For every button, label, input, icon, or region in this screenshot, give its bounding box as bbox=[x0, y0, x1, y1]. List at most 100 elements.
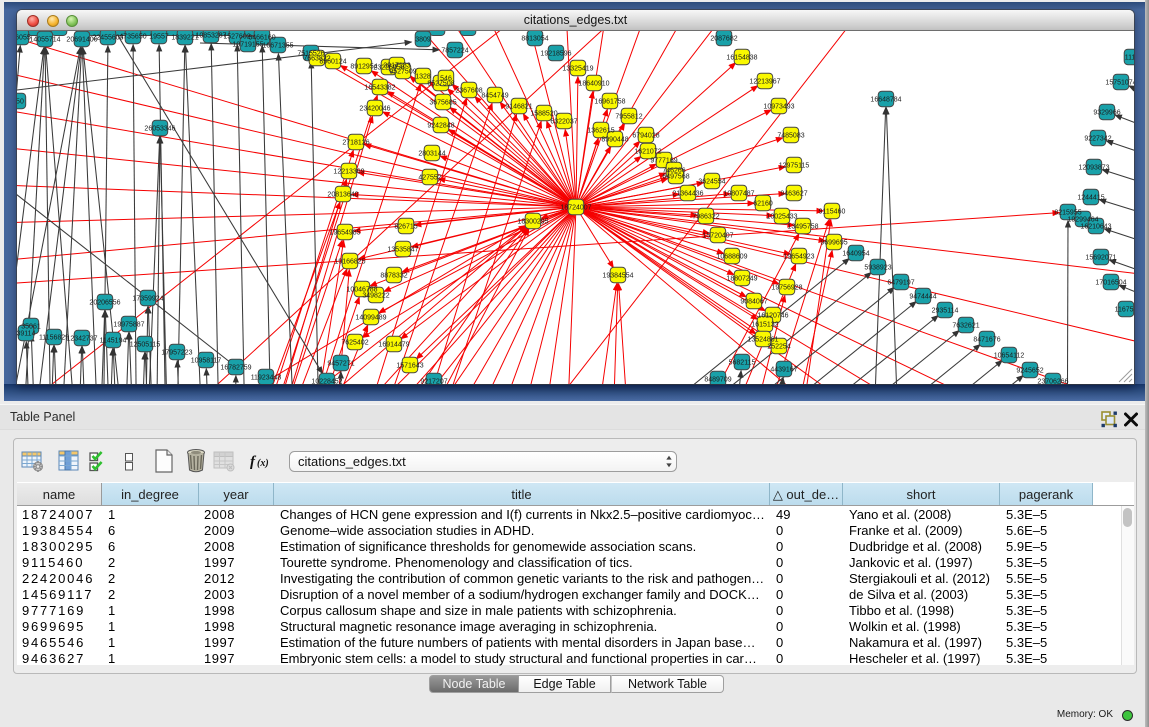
svg-text:9699695: 9699695 bbox=[820, 240, 847, 247]
svg-text:8878332: 8878332 bbox=[380, 273, 407, 280]
svg-text:12213967: 12213967 bbox=[749, 79, 780, 86]
svg-text:6794028: 6794028 bbox=[632, 133, 659, 140]
svg-text:9115460: 9115460 bbox=[819, 209, 846, 216]
svg-text:9084067: 9084067 bbox=[740, 299, 767, 306]
svg-text:18640910: 18640910 bbox=[578, 81, 609, 88]
svg-text:8489709: 8489709 bbox=[704, 377, 731, 384]
svg-text:1244415: 1244415 bbox=[1077, 195, 1104, 202]
svg-text:7986322: 7986322 bbox=[692, 214, 719, 221]
svg-text:3498222: 3498222 bbox=[362, 293, 389, 300]
svg-text:18300295: 18300295 bbox=[517, 219, 548, 226]
svg-text:6497568: 6497568 bbox=[662, 174, 689, 181]
svg-text:16120746: 16120746 bbox=[757, 313, 788, 320]
svg-text:7857224: 7857224 bbox=[441, 48, 468, 55]
svg-text:10228452: 10228452 bbox=[311, 379, 342, 384]
svg-text:21364436: 21364436 bbox=[672, 191, 703, 198]
svg-text:2935114: 2935114 bbox=[932, 308, 959, 315]
svg-text:3809: 3809 bbox=[415, 37, 431, 44]
svg-text:20813640: 20813640 bbox=[327, 192, 358, 199]
svg-text:10853287: 10853287 bbox=[195, 33, 226, 40]
svg-text:9527509: 9527509 bbox=[389, 69, 416, 76]
svg-text:16210643: 16210643 bbox=[1080, 224, 1111, 231]
svg-text:6479197: 6479197 bbox=[887, 280, 914, 287]
svg-text:8813054: 8813054 bbox=[521, 36, 548, 43]
svg-text:7955812: 7955812 bbox=[615, 114, 642, 121]
svg-text:19975887: 19975887 bbox=[113, 322, 144, 329]
svg-text:1527602: 1527602 bbox=[223, 34, 250, 41]
svg-text:15720407: 15720407 bbox=[702, 233, 733, 240]
svg-text:1640954: 1640954 bbox=[842, 251, 869, 258]
svg-text:6466160: 6466160 bbox=[248, 35, 275, 42]
svg-text:16961758: 16961758 bbox=[594, 99, 625, 106]
svg-text:39114: 39114 bbox=[17, 331, 36, 338]
svg-text:10025433: 10025433 bbox=[766, 214, 797, 221]
svg-text:116753: 116753 bbox=[1115, 307, 1134, 314]
svg-text:1112: 1112 bbox=[1125, 55, 1134, 62]
svg-text:9227342: 9227342 bbox=[1084, 136, 1111, 143]
svg-text:1571643: 1571643 bbox=[396, 363, 423, 370]
svg-text:10671355: 10671355 bbox=[262, 43, 293, 50]
svg-text:150: 150 bbox=[17, 99, 24, 106]
svg-text:9217207: 9217207 bbox=[420, 379, 447, 384]
svg-text:9777169: 9777169 bbox=[650, 158, 677, 165]
svg-text:1145194: 1145194 bbox=[100, 338, 127, 345]
svg-text:1621072: 1621072 bbox=[634, 149, 661, 156]
svg-text:20206556: 20206556 bbox=[89, 300, 120, 307]
svg-text:2087682: 2087682 bbox=[710, 36, 737, 43]
svg-text:17016504: 17016504 bbox=[1095, 280, 1126, 287]
svg-text:17957223: 17957223 bbox=[161, 350, 192, 357]
svg-text:8215955: 8215955 bbox=[1054, 210, 1081, 217]
svg-text:826715: 826715 bbox=[394, 224, 417, 231]
svg-text:13524861: 13524861 bbox=[747, 337, 778, 344]
svg-text:4439167: 4439167 bbox=[770, 367, 797, 374]
svg-text:19654985: 19654985 bbox=[329, 230, 360, 237]
svg-text:546: 546 bbox=[440, 76, 452, 83]
svg-text:9474444: 9474444 bbox=[909, 294, 936, 301]
svg-text:2718126: 2718126 bbox=[342, 140, 369, 147]
svg-text:3675685: 3675685 bbox=[429, 100, 456, 107]
svg-text:9146821: 9146821 bbox=[505, 104, 532, 111]
svg-text:10654112: 10654112 bbox=[994, 353, 1025, 360]
svg-text:15692071: 15692071 bbox=[1085, 255, 1116, 262]
svg-text:19384554: 19384554 bbox=[602, 273, 633, 280]
svg-text:2803144: 2803144 bbox=[418, 151, 445, 158]
svg-text:10973493: 10973493 bbox=[763, 104, 794, 111]
svg-text:13325419: 13325419 bbox=[562, 66, 593, 73]
svg-text:252254: 252254 bbox=[767, 344, 790, 351]
svg-text:18724007: 18724007 bbox=[560, 205, 591, 212]
svg-text:11923448: 11923448 bbox=[251, 375, 282, 382]
svg-text:1328: 1328 bbox=[415, 74, 431, 81]
svg-text:19166825: 19166825 bbox=[334, 259, 365, 266]
svg-text:10688609: 10688609 bbox=[716, 254, 747, 261]
svg-text:17359924: 17359924 bbox=[132, 296, 163, 303]
svg-text:(x): (x) bbox=[257, 458, 269, 469]
svg-text:23420046: 23420046 bbox=[359, 106, 390, 113]
svg-text:10719155: 10719155 bbox=[232, 42, 263, 49]
svg-text:8990448: 8990448 bbox=[601, 137, 628, 144]
svg-text:12213369: 12213369 bbox=[333, 169, 364, 176]
svg-text:16782759: 16782759 bbox=[220, 365, 251, 372]
svg-text:13495758: 13495758 bbox=[787, 224, 818, 231]
svg-text:9329966: 9329966 bbox=[1093, 110, 1120, 117]
svg-text:7625402: 7625402 bbox=[341, 340, 368, 347]
svg-text:2367608: 2367608 bbox=[455, 88, 482, 95]
svg-text:35061: 35061 bbox=[21, 324, 41, 331]
svg-text:8454749: 8454749 bbox=[481, 93, 508, 100]
svg-text:7485083: 7485083 bbox=[777, 133, 804, 140]
svg-text:12505115: 12505115 bbox=[130, 342, 161, 349]
svg-text:15751074: 15751074 bbox=[1105, 80, 1134, 87]
svg-text:9245652: 9245652 bbox=[1016, 368, 1043, 375]
svg-text:62160: 62160 bbox=[753, 201, 773, 208]
svg-text:5682115: 5682115 bbox=[729, 360, 756, 367]
svg-text:9457271: 9457271 bbox=[327, 361, 354, 368]
svg-text:19218596: 19218596 bbox=[540, 51, 571, 58]
svg-text:18807249: 18807249 bbox=[726, 276, 757, 283]
svg-text:12975115: 12975115 bbox=[779, 163, 810, 170]
svg-text:f: f bbox=[250, 454, 257, 470]
svg-text:19557: 19557 bbox=[149, 34, 169, 41]
svg-text:14055714: 14055714 bbox=[29, 37, 60, 44]
svg-text:1362615: 1362615 bbox=[587, 128, 614, 135]
svg-text:9242848: 9242848 bbox=[427, 123, 454, 130]
svg-text:11156829: 11156829 bbox=[39, 335, 69, 342]
svg-text:4735650: 4735650 bbox=[119, 34, 146, 41]
